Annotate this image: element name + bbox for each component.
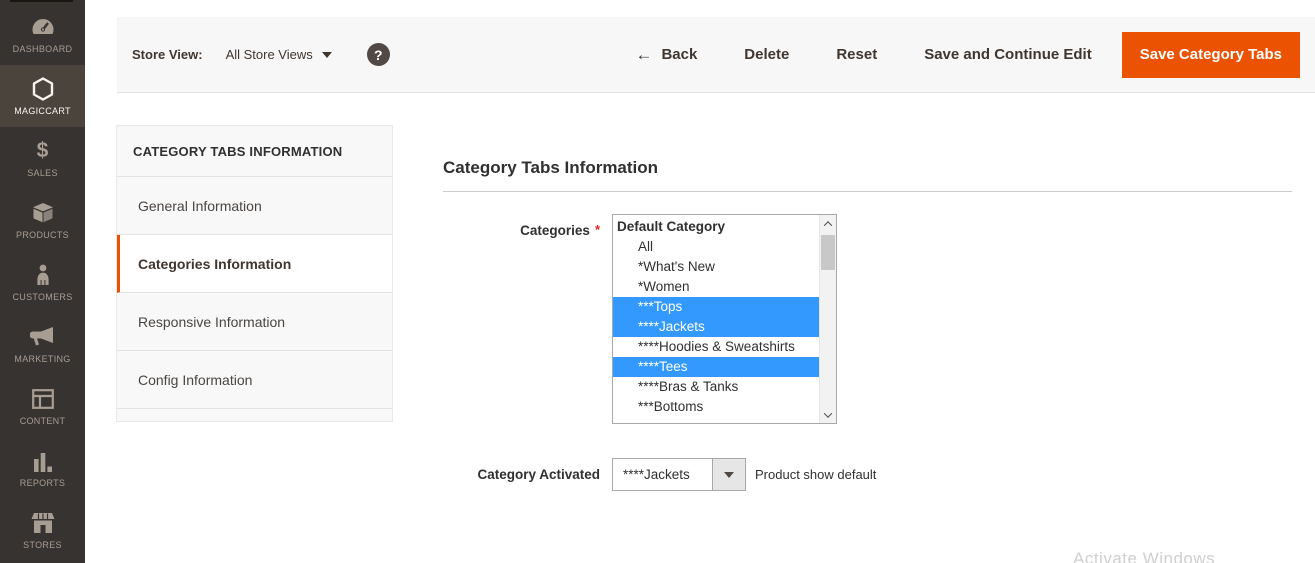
required-marker: *	[595, 222, 600, 237]
category-activated-select[interactable]: ****Jackets	[612, 458, 746, 491]
sidebar-item-label: SALES	[27, 168, 58, 178]
section-nav-item-general[interactable]: General Information	[117, 177, 392, 235]
help-icon[interactable]: ?	[367, 43, 390, 66]
category-option[interactable]: ****Tees	[613, 357, 819, 377]
section-nav-panel: CATEGORY TABS INFORMATION General Inform…	[116, 125, 393, 422]
activate-windows-watermark: Activate Windows	[1073, 549, 1215, 563]
section-nav-header: CATEGORY TABS INFORMATION	[117, 126, 392, 177]
stores-storefront-icon	[30, 511, 56, 535]
category-option[interactable]: ****Jackets	[613, 317, 819, 337]
category-option[interactable]: ***Tops	[613, 297, 819, 317]
scroll-down-icon[interactable]	[820, 406, 836, 423]
customers-person-icon	[30, 263, 56, 287]
title-divider	[443, 191, 1292, 192]
reports-bars-icon	[30, 449, 56, 473]
sidebar-item-dashboard[interactable]: DASHBOARD	[0, 3, 85, 65]
sidebar-item-label: PRODUCTS	[16, 230, 69, 240]
category-option[interactable]: *Women	[613, 277, 819, 297]
sidebar-item-sales[interactable]: $ SALES	[0, 127, 85, 189]
store-view-value[interactable]: All Store Views	[226, 47, 313, 62]
dashboard-gauge-icon	[30, 15, 56, 39]
sidebar-item-marketing[interactable]: MARKETING	[0, 313, 85, 375]
back-arrow-icon: ←	[635, 47, 652, 62]
category-option[interactable]: All	[613, 237, 819, 257]
admin-sidebar: DASHBOARD MAGICCART $ SALES PRODUCTS CUS…	[0, 0, 85, 563]
reset-button[interactable]: Reset	[836, 46, 877, 63]
categories-field-label: Categories *	[443, 214, 600, 424]
logo-bottom-edge	[10, 0, 73, 2]
sidebar-item-label: DASHBOARD	[13, 44, 73, 54]
category-activated-label: Category Activated	[443, 458, 600, 491]
store-view-switcher: Store View: All Store Views ?	[132, 43, 390, 66]
store-view-label: Store View:	[132, 47, 203, 62]
section-nav-item-categories[interactable]: Categories Information	[117, 235, 392, 293]
sidebar-item-stores[interactable]: STORES	[0, 499, 85, 561]
category-tabs-form: Category Tabs Information Categories * De…	[443, 158, 1292, 491]
scrollbar-thumb[interactable]	[821, 235, 835, 270]
sidebar-item-reports[interactable]: REPORTS	[0, 437, 85, 499]
save-and-continue-button[interactable]: Save and Continue Edit	[924, 46, 1092, 63]
sidebar-item-magiccart[interactable]: MAGICCART	[0, 65, 85, 127]
category-option[interactable]: Default Category	[613, 217, 819, 237]
sidebar-item-label: STORES	[23, 540, 62, 550]
marketing-megaphone-icon	[30, 325, 56, 349]
category-option[interactable]: ****Hoodies & Sweatshirts	[613, 337, 819, 357]
sidebar-item-content[interactable]: CONTENT	[0, 375, 85, 437]
page-toolbar: Store View: All Store Views ? ← Back Del…	[117, 17, 1315, 93]
sidebar-item-label: CUSTOMERS	[12, 292, 72, 302]
back-button-label: Back	[661, 46, 697, 63]
listbox-scrollbar[interactable]	[819, 215, 836, 423]
categories-field-row: Categories * Default Category All *What's…	[443, 214, 1292, 424]
category-option[interactable]: *What's New	[613, 257, 819, 277]
categories-option-list: Default Category All *What's New *Women …	[613, 215, 819, 423]
field-note: Product show default	[755, 467, 876, 482]
categories-label-text: Categories	[520, 223, 590, 238]
chevron-down-icon	[724, 472, 734, 478]
sidebar-item-products[interactable]: PRODUCTS	[0, 189, 85, 251]
category-activated-field-row: Category Activated ****Jackets Product s…	[443, 458, 1292, 491]
sidebar-item-label: CONTENT	[20, 416, 66, 426]
back-button[interactable]: ← Back	[635, 46, 697, 63]
delete-button[interactable]: Delete	[744, 46, 789, 63]
sidebar-item-label: REPORTS	[20, 478, 65, 488]
section-nav-item-responsive[interactable]: Responsive Information	[117, 293, 392, 351]
category-option[interactable]: ***Bottoms	[613, 397, 819, 417]
save-category-tabs-button[interactable]: Save Category Tabs	[1122, 32, 1300, 78]
selected-value: ****Jackets	[613, 459, 712, 490]
chevron-down-icon[interactable]	[322, 52, 332, 58]
sidebar-item-customers[interactable]: CUSTOMERS	[0, 251, 85, 313]
sidebar-item-label: MARKETING	[14, 354, 70, 364]
sidebar-menu: DASHBOARD MAGICCART $ SALES PRODUCTS CUS…	[0, 0, 85, 561]
sidebar-item-label: MAGICCART	[14, 106, 71, 116]
category-activated-input: ****Jackets Product show default	[612, 458, 876, 491]
products-box-icon	[30, 201, 56, 225]
categories-multiselect[interactable]: Default Category All *What's New *Women …	[612, 214, 837, 424]
select-arrow-box[interactable]	[712, 459, 745, 490]
page-title: Category Tabs Information	[443, 158, 1292, 178]
sales-dollar-icon: $	[30, 139, 56, 163]
category-option[interactable]: ****Bras & Tanks	[613, 377, 819, 397]
scroll-up-icon[interactable]	[820, 215, 836, 232]
content-layout-icon	[30, 387, 56, 411]
toolbar-actions: ← Back Delete Reset Save and Continue Ed…	[635, 46, 1091, 63]
magiccart-hexagon-icon	[30, 77, 56, 101]
categories-field-input: Default Category All *What's New *Women …	[612, 214, 837, 424]
section-nav-item-config[interactable]: Config Information	[117, 351, 392, 409]
